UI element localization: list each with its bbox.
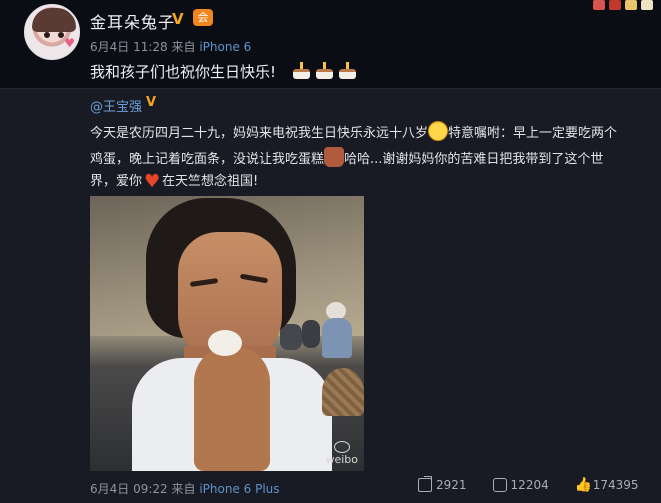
share-button[interactable]: 2921 xyxy=(418,476,467,492)
repost-meta: 6月4日 09:22 来自 iPhone 6 Plus xyxy=(90,480,280,497)
like-button[interactable]: 👍 174395 xyxy=(575,478,639,492)
original-post: ♥ 金耳朵兔子 V 会 6月4日 11:28 来自 iPhone 6 我和孩子们… xyxy=(0,0,661,88)
post-meta: 6月4日 11:28 来自 iPhone 6 xyxy=(90,38,251,55)
share-count: 2921 xyxy=(436,478,467,492)
repost-time[interactable]: 6月4日 09:22 xyxy=(90,482,168,496)
decor-icon xyxy=(593,0,605,10)
comment-count: 12204 xyxy=(510,478,549,492)
post-time[interactable]: 6月4日 11:28 xyxy=(90,40,168,54)
repost-text-line: 鸡蛋，晚上记着吃面条，没说让我吃蛋糕 哈哈...谢谢妈妈你的苦难日把我带到了这个世 xyxy=(90,147,638,167)
repost-author[interactable]: @王宝强 xyxy=(90,96,142,115)
cake-icon xyxy=(315,61,334,80)
cake-icon xyxy=(292,61,311,80)
text-segment: 界，爱你 xyxy=(90,174,143,189)
post-text: 我和孩子们也祝你生日快乐! xyxy=(90,63,277,81)
verified-icon: V xyxy=(172,10,184,28)
member-badge-icon[interactable]: 会 xyxy=(193,9,213,26)
heart-decor-icon: ♥ xyxy=(64,36,75,50)
decor-icon xyxy=(609,0,621,10)
weibo-logo-icon xyxy=(333,441,350,453)
heart-emoji-icon: ♥ xyxy=(143,171,161,192)
comment-button[interactable]: 12204 xyxy=(492,478,549,492)
repost-text-line: 界，爱你 ♥ 在天竺想念祖国! xyxy=(90,170,638,192)
repost-source[interactable]: iPhone 6 Plus xyxy=(199,482,279,496)
comment-icon xyxy=(492,478,507,492)
author-avatar[interactable]: ♥ xyxy=(24,4,80,60)
cake-emoji-group xyxy=(292,61,357,80)
watermark-text: weibo xyxy=(325,453,358,466)
decor-icon xyxy=(641,0,653,10)
post-source[interactable]: iPhone 6 xyxy=(199,40,251,54)
author-name[interactable]: 金耳朵兔子 xyxy=(90,9,175,33)
grin-emoji-icon xyxy=(428,121,449,141)
source-prefix: 来自 xyxy=(171,40,196,54)
share-icon xyxy=(418,476,432,492)
text-segment: 哈哈...谢谢妈妈你的苦难日把我带到了这个世 xyxy=(344,152,604,167)
decor-icon xyxy=(625,0,637,10)
cake-emoji-icon xyxy=(324,147,345,167)
text-segment: 在天竺想念祖国! xyxy=(162,174,259,189)
like-count: 174395 xyxy=(592,478,639,492)
verified-icon: V xyxy=(146,95,157,110)
text-segment: 鸡蛋，晚上记着吃面条，没说让我吃蛋糕 xyxy=(90,152,325,167)
action-bar: 2921 12204 👍 174395 xyxy=(418,476,639,492)
like-icon: 👍 xyxy=(574,477,593,493)
repost-photo[interactable]: weibo xyxy=(90,196,364,471)
text-segment: 今天是农历四月二十九，妈妈来电祝我生日快乐永远十八岁 xyxy=(90,126,429,141)
top-decoration xyxy=(593,0,653,10)
cake-icon xyxy=(338,61,357,80)
weibo-watermark: weibo xyxy=(325,441,358,466)
text-segment: 特意嘱咐：早上一定要吃两个 xyxy=(448,126,618,141)
source-prefix: 来自 xyxy=(171,482,196,496)
repost-text-line: 今天是农历四月二十九，妈妈来电祝我生日快乐永远十八岁 特意嘱咐：早上一定要吃两个 xyxy=(90,121,638,141)
